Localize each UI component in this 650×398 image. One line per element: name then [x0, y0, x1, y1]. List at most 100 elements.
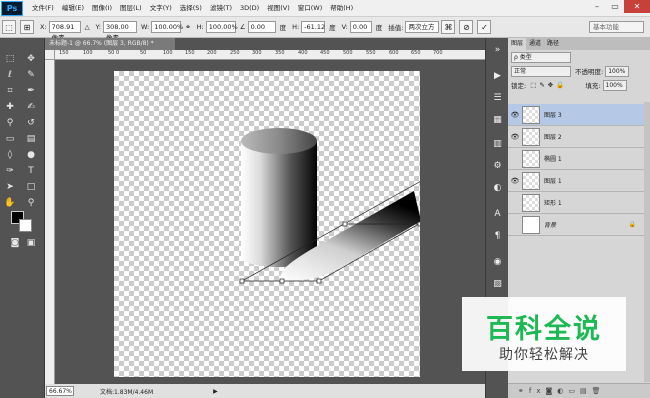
w-field[interactable]: 100.00%: [151, 21, 183, 33]
paragraph-panel-icon[interactable]: ¶: [490, 228, 505, 243]
warp-icon[interactable]: ⌘: [441, 20, 456, 34]
crop-tool-icon[interactable]: ⌗: [3, 84, 17, 98]
layer-name[interactable]: 椭圆 1: [544, 154, 562, 163]
layer-filter-select[interactable]: ρ 类型: [511, 51, 571, 63]
eraser-tool-icon[interactable]: ▭: [3, 132, 17, 146]
horizontal-ruler: 150 100 50 0 50 100 150 200 250 300 350 …: [55, 50, 485, 60]
hand-tool-icon[interactable]: ✋: [3, 196, 17, 210]
link-icon[interactable]: ⚭: [185, 23, 190, 31]
character-panel-icon[interactable]: A: [490, 206, 505, 221]
layer-name[interactable]: 图层 1: [544, 176, 562, 185]
type-tool-icon[interactable]: T: [24, 164, 38, 178]
menu-select[interactable]: 选择(S): [176, 0, 206, 17]
layer-row-layer1[interactable]: 👁 图层 1: [508, 170, 644, 192]
blend-mode-select[interactable]: 正常: [511, 65, 571, 77]
pen-tool-icon[interactable]: ✑: [3, 164, 17, 178]
history-brush-icon[interactable]: ↺: [24, 116, 38, 130]
doc-info[interactable]: 文档:1.83M/4.46M: [100, 387, 153, 396]
layers-scrollbar[interactable]: [644, 102, 650, 382]
fill-field[interactable]: 100%: [602, 79, 627, 91]
delta-icon[interactable]: △: [85, 23, 90, 31]
ruler-tick: 250: [230, 50, 240, 56]
cancel-transform-icon[interactable]: ⊘: [459, 20, 474, 34]
menu-3d[interactable]: 3D(D): [236, 0, 263, 17]
path-select-icon[interactable]: ➤: [3, 180, 17, 194]
interpolation-select[interactable]: 两次立方: [405, 21, 440, 33]
watermark-title: 百科全说: [486, 314, 602, 345]
layer-name[interactable]: 矩形 1: [544, 198, 562, 207]
w-label: W:: [140, 23, 150, 31]
styles-panel-icon[interactable]: ◐: [490, 180, 505, 195]
restore-button[interactable]: ▭: [606, 0, 624, 13]
adjustments-panel-icon[interactable]: ⚙: [490, 158, 505, 173]
close-button[interactable]: ✕: [624, 0, 650, 13]
lock-icons[interactable]: ⬚✎✥🔒: [530, 81, 567, 89]
menu-edit[interactable]: 编辑(E): [58, 0, 88, 17]
eye-icon[interactable]: 👁: [508, 133, 522, 141]
background-color-swatch[interactable]: [19, 219, 32, 232]
menu-type[interactable]: 文字(Y): [146, 0, 176, 17]
layer-name[interactable]: 图层 3: [544, 110, 562, 119]
quick-select-icon[interactable]: ✎: [24, 68, 38, 82]
eye-icon[interactable]: 👁: [508, 111, 522, 119]
healing-brush-icon[interactable]: ✚: [3, 100, 17, 114]
menu-help[interactable]: 帮助(H): [326, 0, 357, 17]
history-panel-icon[interactable]: ▶: [490, 68, 505, 83]
eyedropper-icon[interactable]: ✒: [24, 84, 38, 98]
canvas[interactable]: [114, 71, 534, 377]
collapse-icon[interactable]: »: [490, 42, 505, 57]
properties-panel-icon[interactable]: ☰: [490, 90, 505, 105]
gradient-tool-icon[interactable]: ▤: [24, 132, 38, 146]
hskew-field[interactable]: -61.12: [301, 21, 326, 33]
eye-icon[interactable]: 👁: [508, 177, 522, 185]
commit-transform-icon[interactable]: ✓: [477, 20, 492, 34]
layer-row-layer3[interactable]: 👁 图层 3: [508, 104, 644, 126]
status-arrow-icon[interactable]: ▶: [213, 388, 218, 395]
opacity-field[interactable]: 100%: [605, 65, 630, 77]
quick-mask-icon[interactable]: ◙: [8, 236, 22, 250]
3d-panel-icon[interactable]: ◉: [490, 254, 505, 269]
layer-row-rect1[interactable]: 矩形 1: [508, 192, 644, 214]
minimize-button[interactable]: –: [588, 0, 606, 13]
layer-name[interactable]: 背景: [544, 220, 556, 229]
x-field[interactable]: 708.91 像素: [48, 21, 81, 42]
reference-point-icon[interactable]: ⊞: [20, 20, 34, 34]
watermark: 百科全说 助你轻松解决: [462, 297, 626, 371]
zoom-field[interactable]: 66.67%: [46, 386, 74, 396]
swatches-panel-icon[interactable]: ▥: [490, 136, 505, 151]
lasso-tool-icon[interactable]: ℓ: [3, 68, 17, 82]
menu-file[interactable]: 文件(F): [28, 0, 58, 17]
menu-image[interactable]: 图像(I): [88, 0, 116, 17]
tab-channels[interactable]: 通道: [526, 38, 544, 50]
layer-row-layer2[interactable]: 👁 图层 2: [508, 126, 644, 148]
timeline-panel-icon[interactable]: ▨: [490, 276, 505, 291]
move-tool-icon[interactable]: ✥: [24, 52, 38, 66]
vskew-field[interactable]: 0.00: [349, 21, 372, 33]
clone-stamp-icon[interactable]: ⚲: [3, 116, 17, 130]
ruler-tick: 200: [207, 50, 217, 56]
menu-view[interactable]: 视图(V): [263, 0, 294, 17]
shape-tool-icon[interactable]: □: [24, 180, 38, 194]
tab-paths[interactable]: 路径: [544, 38, 562, 50]
menu-layer[interactable]: 图层(L): [116, 0, 146, 17]
tool-preset-icon[interactable]: ⬚: [2, 20, 16, 34]
y-field[interactable]: 308.00 像素: [102, 21, 137, 42]
layer-name[interactable]: 图层 2: [544, 132, 562, 141]
h-field[interactable]: 100.00%: [205, 21, 238, 33]
color-panel-icon[interactable]: ▦: [490, 112, 505, 127]
angle-field[interactable]: 0.00: [247, 21, 276, 33]
workspace-preset-select[interactable]: 基本功能: [589, 21, 644, 33]
blur-tool-icon[interactable]: ◊: [3, 148, 17, 162]
document-tab[interactable]: 未标题-1 @ 66.7% (图层 3, RGB/8) *: [45, 38, 175, 50]
menu-window[interactable]: 窗口(W): [294, 0, 327, 17]
layer-action-icons[interactable]: ⚭fx◙◐▭▤🗑: [518, 387, 606, 395]
dodge-tool-icon[interactable]: ●: [24, 148, 38, 162]
menu-filter[interactable]: 滤镜(T): [206, 0, 236, 17]
screen-mode-icon[interactable]: ▣: [24, 236, 38, 250]
tab-layers[interactable]: 图层: [508, 38, 527, 50]
marquee-tool-icon[interactable]: ⬚: [3, 52, 17, 66]
layer-row-background[interactable]: 背景 🔒: [508, 214, 644, 236]
layer-row-ellipse1[interactable]: 椭圆 1: [508, 148, 644, 170]
zoom-tool-icon[interactable]: ⚲: [24, 196, 38, 210]
brush-tool-icon[interactable]: ✍: [24, 100, 38, 114]
